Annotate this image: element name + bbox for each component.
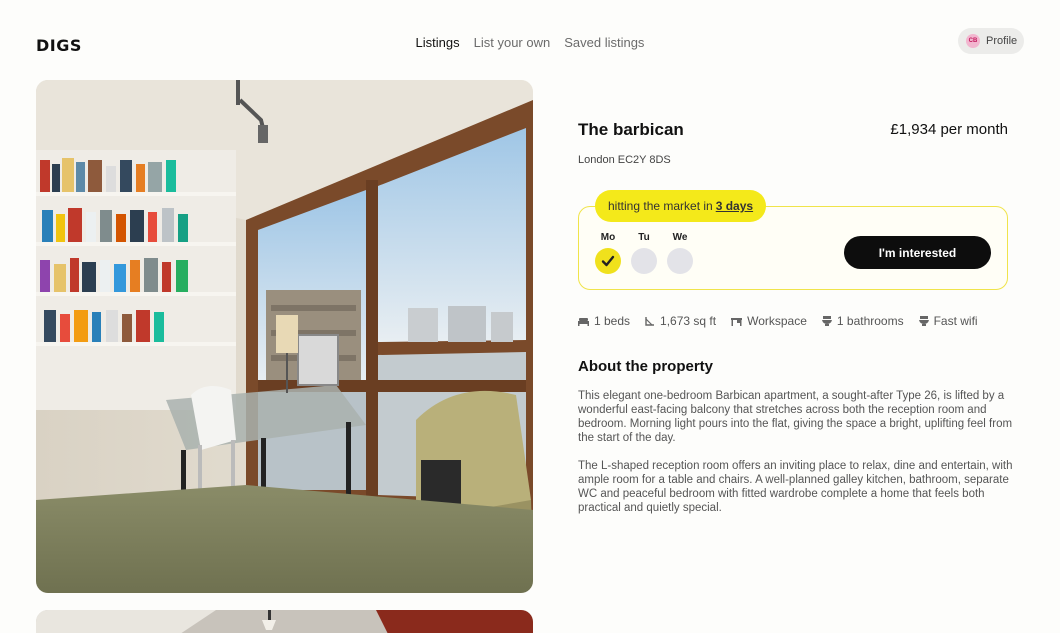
checkmark-icon [601,255,615,267]
profile-label: Profile [986,35,1018,47]
nav-list-your-own[interactable]: List your own [474,35,551,50]
workspace-icon [731,317,743,326]
viewing-days: Mo Tu We [595,232,693,274]
day-toggle[interactable] [631,248,657,274]
listing-title: The barbican [578,120,684,139]
feature-workspace: Workspace [731,314,807,328]
listing-photo-secondary[interactable] [36,610,533,633]
feature-label: Workspace [747,314,807,328]
feature-wifi: Fast wifi [918,314,978,328]
listing-price: £1,934 per month [890,121,1008,138]
day-wednesday[interactable]: We [667,232,693,274]
profile-button[interactable]: CB Profile [958,28,1024,54]
day-label: We [672,232,688,243]
day-toggle[interactable] [667,248,693,274]
about-paragraph: The L-shaped reception room offers an in… [578,460,1013,514]
interested-button[interactable]: I'm interested [844,236,991,269]
day-toggle[interactable] [595,248,621,274]
day-monday[interactable]: Mo [595,232,621,274]
bed-icon [578,317,589,326]
market-status-badge: hitting the market in 3 days [595,190,767,222]
area-icon [645,317,655,326]
feature-bathrooms: 1 bathrooms [821,314,904,328]
about-heading: About the property [578,358,713,375]
listing-photo-main[interactable] [36,80,533,593]
nav-listings[interactable]: Listings [416,35,460,50]
wifi-icon [918,316,929,326]
listing-address: London EC2Y 8DS [578,154,671,166]
market-status-prefix: hitting the market in [608,199,713,213]
avatar: CB [966,34,980,48]
toilet-icon [821,316,832,326]
feature-list: 1 beds 1,673 sq ft Workspace 1 bathrooms… [578,314,978,328]
nav-saved-listings[interactable]: Saved listings [564,35,644,50]
day-label: Mo [600,232,616,243]
feature-label: 1 bathrooms [836,314,904,328]
feature-label: 1 beds [594,314,631,328]
feature-label: Fast wifi [933,314,978,328]
day-label: Tu [638,232,650,243]
main-nav: Listings List your own Saved listings [0,35,1060,50]
feature-area: 1,673 sq ft [645,314,716,328]
feature-label: 1,673 sq ft [660,314,717,328]
market-status-days: 3 days [715,199,754,213]
about-paragraph: This elegant one-bedroom Barbican apartm… [578,390,1013,444]
day-tuesday[interactable]: Tu [631,232,657,274]
feature-beds: 1 beds [578,314,630,328]
